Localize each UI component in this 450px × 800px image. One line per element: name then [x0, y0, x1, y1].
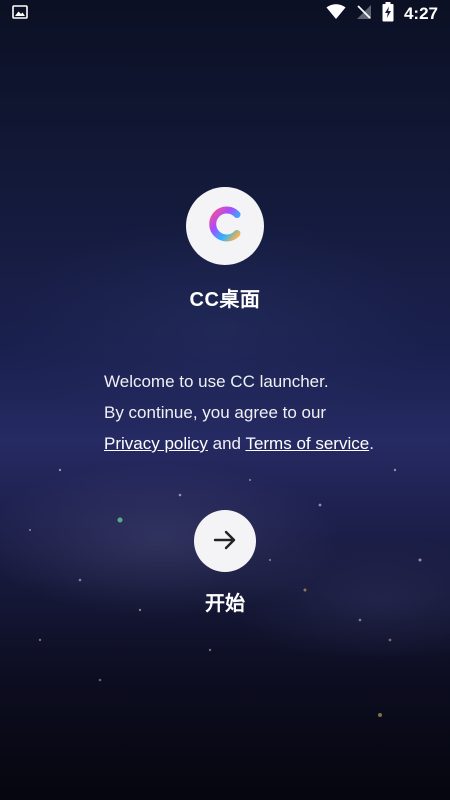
- arrow-right-icon: [212, 527, 238, 556]
- start-button[interactable]: [194, 510, 256, 572]
- no-signal-icon: [356, 4, 372, 25]
- app-logo: [186, 187, 264, 265]
- welcome-screen: 4:27 CC桌面 Welcome to use CC launcher. By…: [0, 0, 450, 800]
- app-name: CC桌面: [189, 289, 261, 311]
- start-section: 开始: [0, 510, 450, 616]
- welcome-message: Welcome to use CC launcher. By continue,…: [104, 366, 424, 459]
- status-time: 4:27: [403, 4, 438, 23]
- start-label: 开始: [205, 593, 245, 615]
- period-text: .: [369, 434, 374, 453]
- wifi-icon: [326, 3, 346, 25]
- image-icon: [12, 4, 28, 25]
- welcome-line-1: Welcome to use CC launcher.: [104, 372, 329, 391]
- app-header: CC桌面: [0, 187, 450, 312]
- and-text: and: [207, 434, 246, 453]
- welcome-line-3: Privacy policy and Terms of service.: [104, 428, 424, 459]
- battery-charging-icon: [382, 1, 394, 27]
- privacy-policy-link[interactable]: Privacy policy: [104, 434, 208, 453]
- status-indicators: 4:27: [326, 1, 438, 27]
- cc-logo-icon: [204, 203, 246, 250]
- terms-of-service-link[interactable]: Terms of service: [245, 434, 369, 453]
- status-bar: 4:27: [0, 0, 450, 28]
- welcome-line-2: By continue, you agree to our: [104, 403, 327, 422]
